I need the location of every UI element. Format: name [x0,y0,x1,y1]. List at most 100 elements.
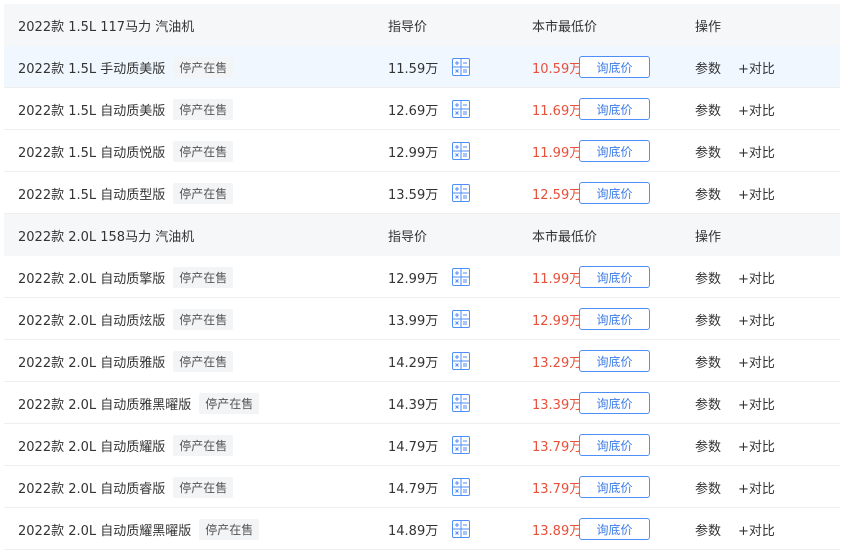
compare-link[interactable]: +对比 [738,130,775,172]
section-header-1.5l: 2022款 1.5L 117马力 汽油机 指导价 本市最低价 操作 [4,4,840,46]
params-link[interactable]: 参数 [695,298,721,340]
calculator-icon[interactable] [452,184,470,202]
calculator-icon[interactable] [452,268,470,286]
params-link[interactable]: 参数 [695,508,721,550]
ask-price-button[interactable]: 询底价 [579,140,650,162]
status-badge: 停产在售 [173,434,234,456]
ask-price-button[interactable]: 询底价 [579,98,650,120]
calculator-icon[interactable] [452,100,470,118]
operation-header: 操作 [695,229,722,245]
trim-row[interactable]: 2022款 2.0L 自动质耀黑曜版 停产在售 14.89万 13.89万 询底价… [4,508,840,550]
trim-row[interactable]: 2022款 1.5L 手动质美版 停产在售 11.59万 10.59万 询底价 参… [4,46,840,88]
guide-price-header: 指导价 [388,229,428,245]
trim-row[interactable]: 2022款 2.0L 自动质耀版 停产在售 14.79万 13.79万 询底价 参… [4,424,840,466]
calculator-icon[interactable] [452,478,470,496]
compare-link[interactable]: +对比 [738,508,775,550]
ask-price-button[interactable]: 询底价 [579,476,650,498]
trim-row[interactable]: 2022款 2.0L 自动质擎版 停产在售 12.99万 11.99万 询底价 参… [4,256,840,298]
trim-name: 2022款 2.0L 自动质耀黑曜版 [18,523,192,539]
trim-name: 2022款 2.0L 自动质耀版 [18,439,166,455]
status-badge: 停产在售 [199,392,260,414]
lowest-price: 13.29万 [532,355,583,371]
lowest-price: 11.69万 [532,103,583,119]
guide-price: 13.59万 [388,187,439,203]
calculator-icon[interactable] [452,352,470,370]
lowest-price: 11.99万 [532,145,583,161]
trim-name: 2022款 1.5L 自动质悦版 [18,145,166,161]
guide-price: 13.99万 [388,313,439,329]
guide-price-header: 指导价 [388,19,428,35]
compare-link[interactable]: +对比 [738,466,775,508]
lowest-price: 13.89万 [532,523,583,539]
status-badge: 停产在售 [173,140,234,162]
compare-link[interactable]: +对比 [738,88,775,130]
params-link[interactable]: 参数 [695,130,721,172]
trim-name: 2022款 2.0L 自动质擎版 [18,271,166,287]
trim-row[interactable]: 2022款 1.5L 自动质型版 停产在售 13.59万 12.59万 询底价 参… [4,172,840,214]
trim-row[interactable]: 2022款 2.0L 自动质雅黑曜版 停产在售 14.39万 13.39万 询底价… [4,382,840,424]
trim-row[interactable]: 2022款 1.5L 自动质美版 停产在售 12.69万 11.69万 询底价 参… [4,88,840,130]
params-link[interactable]: 参数 [695,172,721,214]
status-badge: 停产在售 [173,308,234,330]
compare-link[interactable]: +对比 [738,172,775,214]
section-header-2.0l: 2022款 2.0L 158马力 汽油机 指导价 本市最低价 操作 [4,214,840,256]
compare-link[interactable]: +对比 [738,340,775,382]
params-link[interactable]: 参数 [695,256,721,298]
lowest-price: 13.39万 [532,397,583,413]
ask-price-button[interactable]: 询底价 [579,350,650,372]
ask-price-button[interactable]: 询底价 [579,392,650,414]
guide-price: 14.79万 [388,439,439,455]
calculator-icon[interactable] [452,58,470,76]
lowest-price-header: 本市最低价 [532,19,598,35]
lowest-price: 10.59万 [532,61,583,77]
trim-name: 2022款 1.5L 自动质型版 [18,187,166,203]
trim-row[interactable]: 2022款 2.0L 自动质睿版 停产在售 14.79万 13.79万 询底价 参… [4,466,840,508]
calculator-icon[interactable] [452,142,470,160]
compare-link[interactable]: +对比 [738,46,775,88]
compare-link[interactable]: +对比 [738,424,775,466]
status-badge: 停产在售 [199,518,260,540]
guide-price: 12.99万 [388,271,439,287]
calculator-icon[interactable] [452,520,470,538]
price-table: 2022款 1.5L 117马力 汽油机 指导价 本市最低价 操作 2022款 … [4,4,840,550]
status-badge: 停产在售 [173,266,234,288]
ask-price-button[interactable]: 询底价 [579,266,650,288]
trim-name: 2022款 1.5L 手动质美版 [18,61,166,77]
guide-price: 11.59万 [388,61,439,77]
ask-price-button[interactable]: 询底价 [579,434,650,456]
params-link[interactable]: 参数 [695,382,721,424]
trim-row[interactable]: 2022款 2.0L 自动质雅版 停产在售 14.29万 13.29万 询底价 参… [4,340,840,382]
trim-name: 2022款 1.5L 自动质美版 [18,103,166,119]
ask-price-button[interactable]: 询底价 [579,518,650,540]
lowest-price-header: 本市最低价 [532,229,598,245]
ask-price-button[interactable]: 询底价 [579,182,650,204]
lowest-price: 11.99万 [532,271,583,287]
engine-title: 2022款 2.0L 158马力 汽油机 [18,229,195,245]
lowest-price: 12.59万 [532,187,583,203]
params-link[interactable]: 参数 [695,424,721,466]
params-link[interactable]: 参数 [695,88,721,130]
lowest-price: 13.79万 [532,439,583,455]
params-link[interactable]: 参数 [695,46,721,88]
compare-link[interactable]: +对比 [738,298,775,340]
guide-price: 12.99万 [388,145,439,161]
guide-price: 12.69万 [388,103,439,119]
compare-link[interactable]: +对比 [738,256,775,298]
lowest-price: 12.99万 [532,313,583,329]
calculator-icon[interactable] [452,436,470,454]
trim-name: 2022款 2.0L 自动质炫版 [18,313,166,329]
trim-row[interactable]: 2022款 1.5L 自动质悦版 停产在售 12.99万 11.99万 询底价 参… [4,130,840,172]
ask-price-button[interactable]: 询底价 [579,56,650,78]
compare-link[interactable]: +对比 [738,382,775,424]
ask-price-button[interactable]: 询底价 [579,308,650,330]
status-badge: 停产在售 [173,350,234,372]
guide-price: 14.39万 [388,397,439,413]
trim-name: 2022款 2.0L 自动质雅黑曜版 [18,397,192,413]
params-link[interactable]: 参数 [695,466,721,508]
guide-price: 14.29万 [388,355,439,371]
guide-price: 14.79万 [388,481,439,497]
trim-row[interactable]: 2022款 2.0L 自动质炫版 停产在售 13.99万 12.99万 询底价 参… [4,298,840,340]
calculator-icon[interactable] [452,394,470,412]
params-link[interactable]: 参数 [695,340,721,382]
calculator-icon[interactable] [452,310,470,328]
